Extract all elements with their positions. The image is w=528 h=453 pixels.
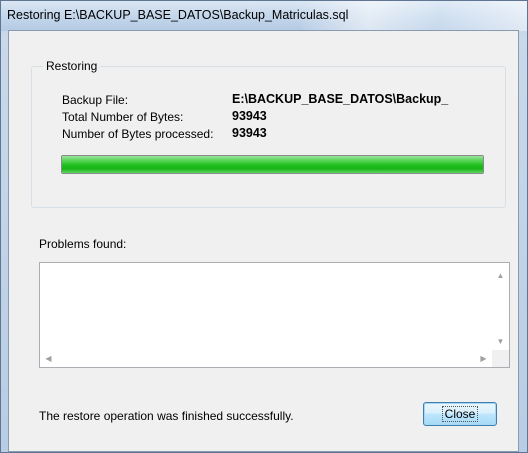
scroll-left-arrow-icon[interactable]: ◀	[40, 350, 57, 367]
restoring-group-legend: Restoring	[43, 59, 101, 73]
window-title: Restoring E:\BACKUP_BASE_DATOS\Backup_Ma…	[7, 8, 349, 22]
problems-textbox[interactable]: ▲ ▼ ◀ ▶	[39, 262, 510, 368]
scroll-down-arrow-icon[interactable]: ▼	[492, 333, 509, 350]
backup-file-label: Backup File:	[62, 93, 129, 107]
vertical-scrollbar[interactable]: ▲ ▼	[492, 263, 509, 350]
processed-bytes-value: 93943	[232, 126, 267, 140]
restore-progress-bar	[61, 155, 484, 174]
scroll-right-arrow-icon[interactable]: ▶	[475, 350, 492, 367]
processed-bytes-label: Number of Bytes processed:	[62, 127, 214, 141]
horizontal-scrollbar[interactable]: ◀ ▶	[40, 350, 492, 367]
close-button-label: Close	[441, 406, 479, 422]
scroll-up-arrow-icon[interactable]: ▲	[492, 267, 509, 284]
status-message: The restore operation was finished succe…	[39, 409, 294, 423]
restore-progress-fill	[62, 156, 483, 173]
close-button[interactable]: Close	[423, 402, 497, 426]
backup-file-value: E:\BACKUP_BASE_DATOS\Backup_	[232, 92, 449, 106]
scrollbar-corner	[492, 350, 509, 367]
total-bytes-label: Total Number of Bytes:	[62, 110, 184, 124]
total-bytes-value: 93943	[232, 109, 267, 123]
title-bar[interactable]: Restoring E:\BACKUP_BASE_DATOS\Backup_Ma…	[1, 1, 527, 31]
problems-found-label: Problems found:	[39, 237, 127, 251]
